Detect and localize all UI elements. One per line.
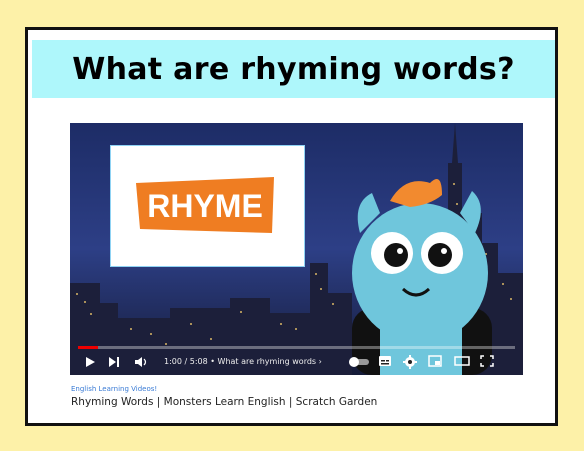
miniplayer-icon[interactable] (428, 355, 442, 367)
rhyme-thumbnail: RHYME (110, 145, 305, 267)
duration: 5:08 (189, 357, 208, 366)
page-title: What are rhyming words? (72, 51, 515, 87)
play-icon[interactable] (84, 356, 96, 368)
progress-bar[interactable] (78, 346, 515, 349)
volume-icon[interactable] (134, 356, 148, 368)
settings-icon[interactable] (403, 355, 417, 369)
progress-fill (78, 346, 98, 349)
chapter-title[interactable]: What are rhyming words (218, 357, 317, 366)
fullscreen-icon[interactable] (480, 355, 494, 367)
autoplay-toggle[interactable] (348, 356, 370, 368)
rhyme-logo-text: RHYME (147, 188, 263, 224)
chevron-right-icon[interactable]: › (319, 357, 322, 366)
bullet-separator: • (210, 357, 218, 366)
player-controls: 1:00 / 5:08 • What are rhyming words › (70, 351, 523, 375)
title-banner: What are rhyming words? (32, 40, 555, 98)
channel-name[interactable]: English Learning Videos! (71, 385, 157, 393)
lesson-card: What are rhyming words? RHYME 1:00 / 5:0… (25, 27, 558, 426)
video-title[interactable]: Rhyming Words | Monsters Learn English |… (71, 396, 377, 408)
current-time: 1:00 (164, 357, 182, 366)
time-display: 1:00 / 5:08 • What are rhyming words › (164, 357, 322, 366)
theater-icon[interactable] (454, 355, 470, 367)
video-player[interactable]: RHYME 1:00 / 5:08 • What are rhyming wor… (70, 123, 523, 375)
captions-icon[interactable] (378, 355, 392, 367)
next-icon[interactable] (108, 356, 120, 368)
rhyme-logo: RHYME (136, 177, 274, 233)
